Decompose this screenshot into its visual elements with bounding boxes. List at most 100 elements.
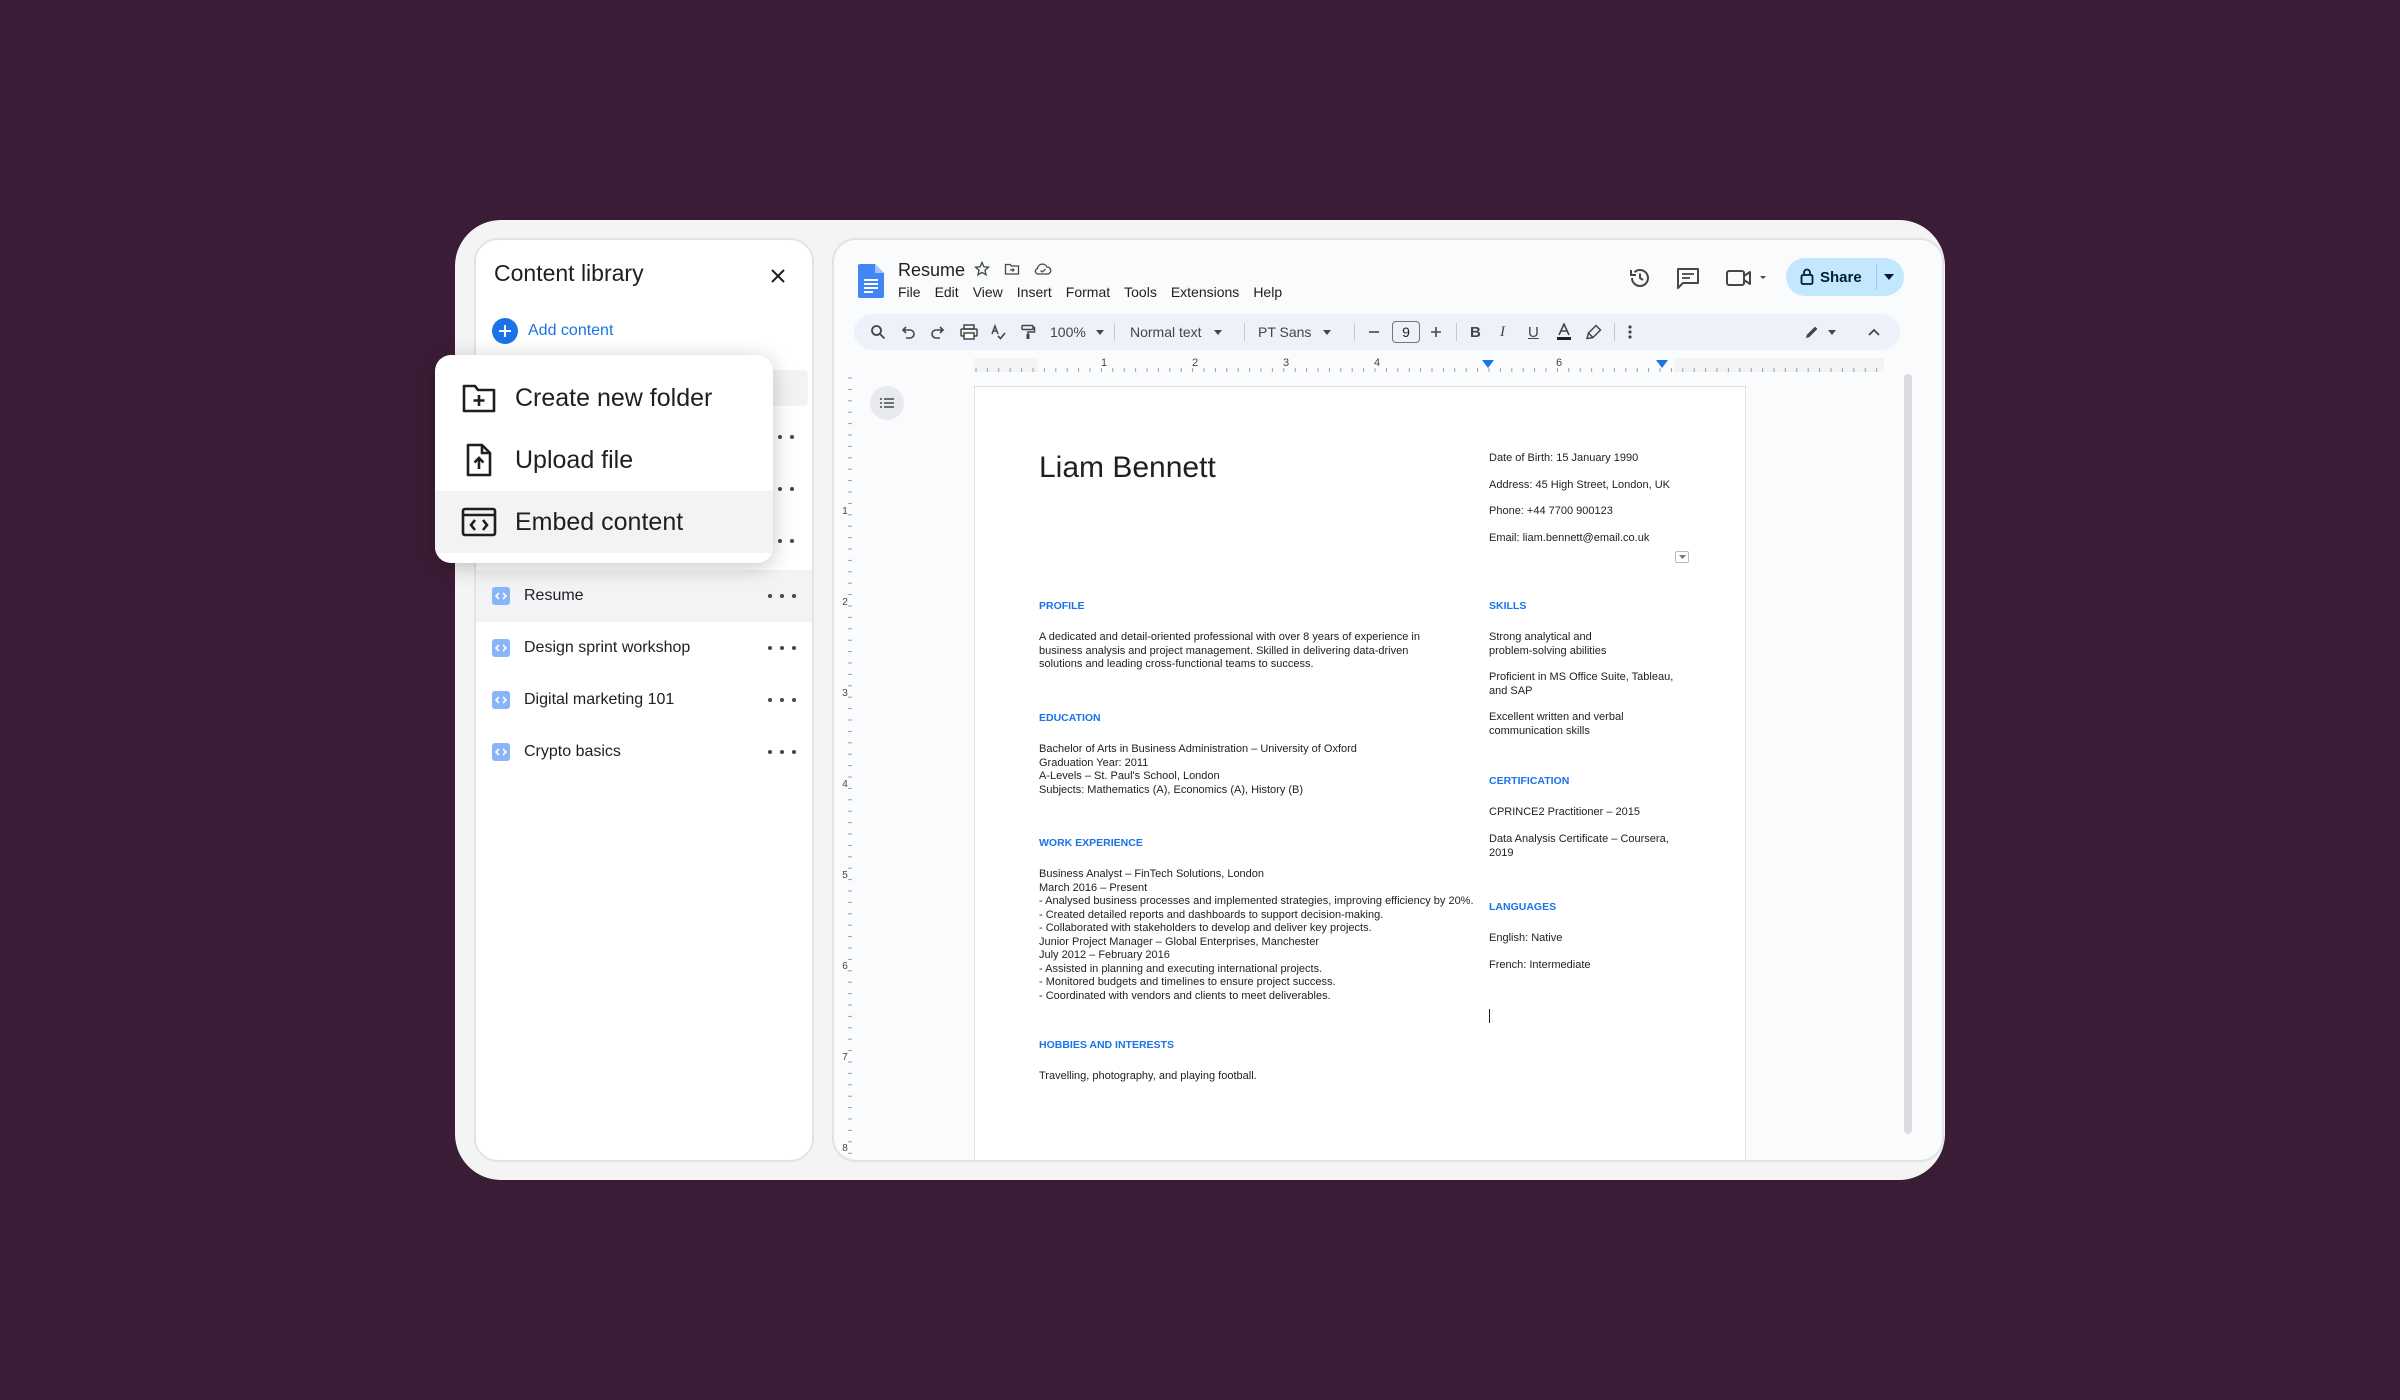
search-menus-button[interactable] xyxy=(870,314,886,350)
text-color-button[interactable] xyxy=(1556,314,1572,350)
font-select[interactable]: PT Sans xyxy=(1258,314,1332,350)
paragraph-style-select[interactable]: Normal text xyxy=(1130,314,1222,350)
plus-icon xyxy=(1431,327,1441,337)
print-button[interactable] xyxy=(960,314,978,350)
document-page[interactable]: Liam Bennett Date of Birth: 15 January 1… xyxy=(974,386,1746,1160)
contact-address: Address: 45 High Street, London, UK xyxy=(1489,478,1670,491)
document-title[interactable]: Resume xyxy=(898,260,965,281)
menu-item-embed-content[interactable]: Embed content xyxy=(435,491,773,553)
menu-item-upload-file[interactable]: Upload file xyxy=(435,429,773,491)
star-icon[interactable] xyxy=(974,261,990,277)
increase-font-size-button[interactable] xyxy=(1430,314,1442,350)
share-button[interactable]: Share xyxy=(1786,258,1904,296)
ruler-number: 8 xyxy=(842,1143,848,1154)
text-cursor xyxy=(1489,1009,1490,1023)
menu-item-create-folder[interactable]: Create new folder xyxy=(435,367,773,429)
contact-email: Email: liam.bennett@email.co.uk xyxy=(1489,531,1650,544)
certification-item: CPRINCE2 Practitioner – 2015 xyxy=(1489,806,1641,818)
more-options-icon[interactable] xyxy=(768,638,796,658)
library-item-crypto-basics[interactable]: Crypto basics xyxy=(476,726,812,778)
heading-hobbies: HOBBIES AND INTERESTS xyxy=(1039,1039,1174,1051)
editing-mode-button[interactable] xyxy=(1804,314,1836,350)
menu-edit[interactable]: Edit xyxy=(935,284,959,300)
library-item-resume[interactable]: Resume xyxy=(476,570,812,622)
skill-item: Excellent written and verbal communicati… xyxy=(1489,711,1624,737)
menu-format[interactable]: Format xyxy=(1066,284,1110,300)
pencil-icon xyxy=(1806,326,1818,338)
menu-file[interactable]: File xyxy=(898,284,921,300)
bold-button[interactable]: B xyxy=(1470,314,1481,350)
contact-block: Date of Birth: 15 January 1990 Address: … xyxy=(1489,451,1670,557)
menu-insert[interactable]: Insert xyxy=(1017,284,1052,300)
folder-plus-icon xyxy=(462,384,496,413)
undo-button[interactable] xyxy=(900,314,916,350)
italic-button[interactable]: I xyxy=(1500,314,1505,350)
docs-window: Resume File Edit View Insert Format Tool… xyxy=(832,238,1944,1162)
library-item-design-sprint[interactable]: Design sprint workshop xyxy=(476,622,812,674)
ruler-number: 4 xyxy=(842,779,848,790)
plus-icon xyxy=(492,318,518,344)
heading-work-experience: WORK EXPERIENCE xyxy=(1039,837,1143,849)
library-title: Content library xyxy=(494,260,644,286)
language-item: English: Native xyxy=(1489,932,1563,944)
underline-icon: U xyxy=(1528,323,1539,341)
embed-icon xyxy=(492,743,510,761)
font-value: PT Sans xyxy=(1258,324,1312,340)
chevron-down-icon xyxy=(1323,329,1332,335)
more-options-icon[interactable] xyxy=(768,690,796,710)
ruler-number: 2 xyxy=(842,597,848,608)
spellcheck-icon xyxy=(991,324,1006,340)
collapse-menus-button[interactable] xyxy=(1868,314,1880,350)
more-options-icon[interactable] xyxy=(768,742,796,762)
paint-format-button[interactable] xyxy=(1020,314,1036,350)
lock-icon xyxy=(1800,268,1814,285)
heading-education: EDUCATION xyxy=(1039,712,1101,724)
toolbar-divider xyxy=(1456,323,1457,341)
more-options-icon[interactable] xyxy=(768,586,796,606)
menu-view[interactable]: View xyxy=(973,284,1003,300)
ruler-number: 6 xyxy=(842,961,848,972)
library-item-digital-marketing[interactable]: Digital marketing 101 xyxy=(476,674,812,726)
outline-list-icon xyxy=(880,398,894,408)
comments-icon[interactable] xyxy=(1676,267,1700,289)
text-color-icon xyxy=(1557,323,1571,340)
document-scrollbar[interactable] xyxy=(1904,374,1912,1134)
add-content-button[interactable]: Add content xyxy=(492,318,613,344)
heading-languages: LANGUAGES xyxy=(1489,901,1557,913)
cloud-status-icon[interactable] xyxy=(1034,261,1052,277)
version-history-icon[interactable] xyxy=(1628,266,1652,290)
toolbar-divider xyxy=(1354,323,1355,341)
embed-icon xyxy=(492,587,510,605)
meet-icon[interactable] xyxy=(1726,269,1770,287)
font-size-input[interactable]: 9 xyxy=(1392,321,1420,343)
chevron-down-icon[interactable] xyxy=(1884,274,1894,280)
redo-button[interactable] xyxy=(930,314,946,350)
more-tools-button[interactable] xyxy=(1628,314,1632,350)
search-icon xyxy=(871,325,886,340)
ruler-number: 5 xyxy=(842,870,848,881)
heading-profile: PROFILE xyxy=(1039,600,1085,612)
document-outline-button[interactable] xyxy=(870,386,904,420)
add-content-menu: Create new folder Upload file Embed cont… xyxy=(435,355,773,563)
menu-extensions[interactable]: Extensions xyxy=(1171,284,1239,300)
spellcheck-button[interactable] xyxy=(990,314,1006,350)
hobbies-text: Travelling, photography, and playing foo… xyxy=(1039,1070,1257,1082)
menu-item-label: Upload file xyxy=(515,445,634,474)
highlighter-icon xyxy=(1586,324,1602,340)
zoom-select[interactable]: 100% xyxy=(1050,314,1104,350)
share-label: Share xyxy=(1820,268,1862,286)
highlight-color-button[interactable] xyxy=(1586,314,1602,350)
move-folder-icon[interactable] xyxy=(1004,261,1020,277)
close-library-button[interactable] xyxy=(764,262,792,290)
chevron-up-icon xyxy=(1868,328,1880,336)
menu-item-label: Create new folder xyxy=(515,383,713,412)
language-item: French: Intermediate xyxy=(1489,959,1591,971)
minus-icon xyxy=(1369,331,1379,333)
ruler-number: 3 xyxy=(1283,358,1289,369)
underline-button[interactable]: U xyxy=(1528,314,1539,350)
menu-help[interactable]: Help xyxy=(1253,284,1282,300)
decrease-font-size-button[interactable] xyxy=(1368,314,1380,350)
ruler-number: 6 xyxy=(1556,358,1562,369)
menu-tools[interactable]: Tools xyxy=(1124,284,1157,300)
section-anchor-button[interactable] xyxy=(1675,551,1689,563)
